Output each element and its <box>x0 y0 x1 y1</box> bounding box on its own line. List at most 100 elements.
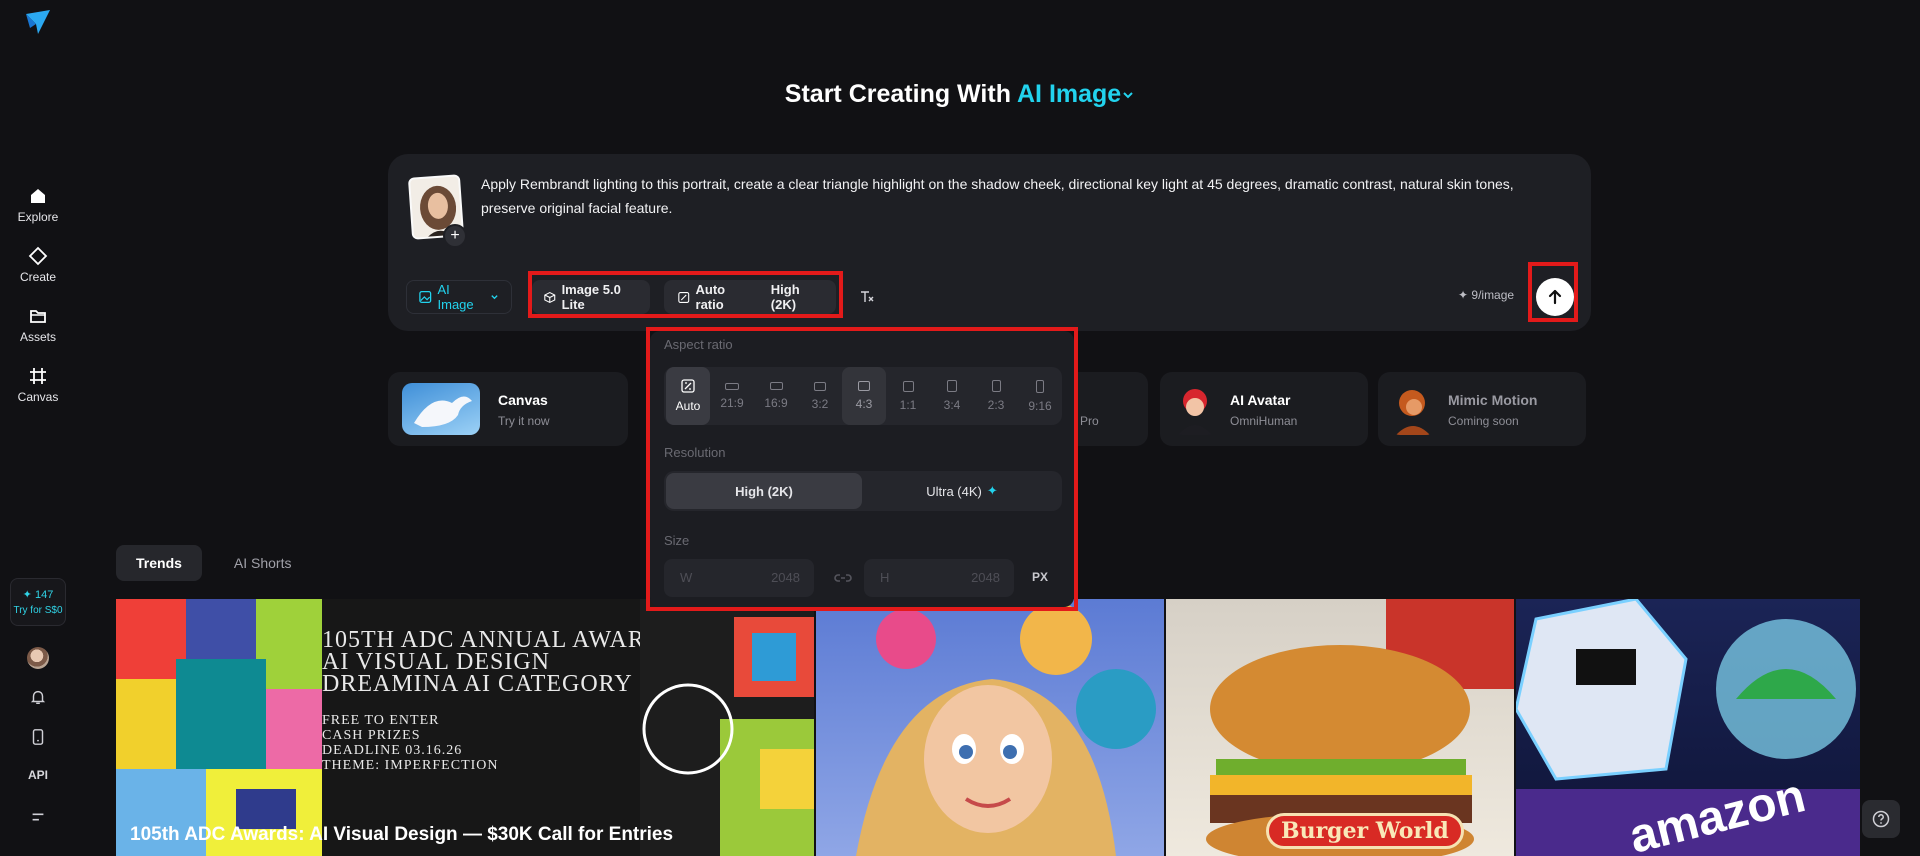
model-selector[interactable]: Image 5.0 Lite <box>532 280 650 314</box>
text-style-button[interactable] <box>852 280 882 314</box>
unit-label[interactable]: PX <box>1032 570 1048 584</box>
avatar[interactable] <box>27 647 49 669</box>
ratio-option-3-2[interactable]: 3:2 <box>798 367 842 425</box>
height-key: H <box>880 570 890 585</box>
ratio-label: Auto <box>675 399 701 413</box>
ratio-shape-icon <box>1036 379 1044 393</box>
width-input[interactable]: W 2048 <box>664 559 814 597</box>
prompt-input[interactable]: Apply Rembrandt lighting to this portrai… <box>481 172 1571 220</box>
prompt-composer: + Apply Rembrandt lighting to this portr… <box>388 154 1591 331</box>
banner-detail: DEADLINE 03.16.26 <box>322 743 463 758</box>
folder-icon <box>30 310 46 323</box>
mode-dropdown-label: AI Image <box>437 282 474 312</box>
banner-detail: FREE TO ENTER <box>322 713 440 728</box>
mode-dropdown[interactable]: AI Image <box>406 280 512 314</box>
ratio-shape-icon <box>769 382 783 390</box>
gallery-card-amazon[interactable]: amazon <box>1516 599 1860 856</box>
feature-subtitle: Coming soon <box>1448 414 1519 428</box>
burger-sign: Burger World <box>1266 813 1464 849</box>
bell-icon[interactable] <box>26 685 50 709</box>
gallery-card-burger[interactable]: Burger World <box>1166 599 1514 856</box>
mobile-icon[interactable] <box>26 725 50 749</box>
auto-ratio-icon <box>681 379 695 393</box>
nav-canvas-label: Canvas <box>17 390 59 404</box>
link-icon[interactable] <box>832 567 854 589</box>
cost-value: 9/image <box>1471 288 1515 302</box>
banner-line: AI VISUAL DESIGN <box>322 649 550 675</box>
ratio-option-16-9[interactable]: 16:9 <box>754 367 798 425</box>
text-format-icon <box>861 291 874 302</box>
height-value: 2048 <box>971 570 1000 585</box>
cost-per-image: ✦ 9/image <box>1458 288 1515 302</box>
help-button[interactable] <box>1862 800 1900 838</box>
feature-title: AI Avatar <box>1230 392 1291 408</box>
resolution-options: High (2K) Ultra (4K) ✦ <box>664 471 1062 511</box>
feature-card-canvas[interactable]: Canvas Try it now <box>388 372 628 446</box>
credits-promo: Try for S$0 <box>13 605 63 616</box>
app-logo-icon[interactable] <box>24 8 52 36</box>
ratio-shape-icon <box>858 381 870 391</box>
resolution-option-4k[interactable]: Ultra (4K) ✦ <box>864 473 1060 509</box>
ratio-label: 16:9 <box>764 396 788 410</box>
nav-assets[interactable]: Assets <box>0 306 76 344</box>
mimic-thumbnail <box>1390 383 1436 435</box>
gallery-card-adc-awards[interactable]: 105TH ADC ANNUAL AWARDS AI VISUAL DESIGN… <box>116 599 814 856</box>
credits-count-value: 147 <box>34 589 54 601</box>
ratio-resolution-panel: Aspect ratio Auto 21:9 16:9 3:2 4:3 1:1 … <box>650 331 1074 607</box>
feature-card-mimic-motion[interactable]: Mimic Motion Coming soon <box>1378 372 1586 446</box>
title-prefix: Start Creating With <box>784 80 1011 108</box>
add-reference-button[interactable]: + <box>443 224 467 248</box>
resolution-option-label: Ultra (4K) <box>926 483 982 499</box>
ratio-option-1-1[interactable]: 1:1 <box>886 367 930 425</box>
nav-canvas[interactable]: Canvas <box>0 366 76 404</box>
arrow-up-icon <box>1548 289 1562 305</box>
credits-box[interactable]: ✦ 147 Try for S$0 <box>10 578 66 626</box>
ratio-shape-icon <box>991 380 1001 392</box>
ratio-option-2-3[interactable]: 2:3 <box>974 367 1018 425</box>
ratio-option-21-9[interactable]: 21:9 <box>710 367 754 425</box>
help-icon <box>1872 810 1890 828</box>
ratio-resolution-selector[interactable]: Auto ratio High (2K) <box>664 280 836 314</box>
ratio-option-4-3[interactable]: 4:3 <box>842 367 886 425</box>
cube-icon <box>544 291 556 303</box>
nav-explore[interactable]: Explore <box>0 186 76 224</box>
ratio-label: 4:3 <box>855 397 873 411</box>
nav-create[interactable]: Create <box>0 246 76 284</box>
sparkle-icon: ✦ <box>986 483 998 498</box>
ratio-shape-icon <box>725 382 739 390</box>
mode-selector[interactable]: AI Image <box>1017 80 1135 108</box>
banner-line: DREAMINA AI CATEGORY <box>322 671 633 697</box>
mode-selector-label: AI Image <box>1017 80 1122 108</box>
tab-ai-shorts[interactable]: AI Shorts <box>214 545 312 581</box>
tab-trends[interactable]: Trends <box>116 545 202 581</box>
submit-button[interactable] <box>1536 278 1574 316</box>
aspect-ratio-icon <box>678 291 690 303</box>
ratio-label: 1:1 <box>899 397 917 412</box>
size-label: Size <box>664 533 690 548</box>
menu-icon[interactable] <box>26 805 50 829</box>
api-link[interactable]: API <box>0 768 76 782</box>
feature-subtitle: OmniHuman <box>1230 414 1298 428</box>
gallery-card-cartoon-girl[interactable] <box>816 599 1164 856</box>
feature-subtitle: 5 Pro <box>1070 414 1099 428</box>
ratio-label: 21:9 <box>720 395 744 410</box>
feature-subtitle: Try it now <box>498 414 550 428</box>
ratio-option-auto[interactable]: Auto <box>666 367 710 425</box>
cartoon-girl-art <box>856 603 1156 856</box>
resolution-option-2k[interactable]: High (2K) <box>666 473 862 509</box>
aspect-ratio-label: Aspect ratio <box>664 337 733 352</box>
avatar-thumbnail <box>1172 383 1218 435</box>
resolution-chip-label: High (2K) <box>770 282 800 312</box>
ratio-option-9-16[interactable]: 9:16 <box>1018 367 1062 425</box>
home-icon <box>31 189 45 203</box>
feature-card-ai-avatar[interactable]: AI Avatar OmniHuman <box>1160 372 1368 446</box>
page-title: Start Creating With AI Image <box>0 80 1920 109</box>
nav-explore-label: Explore <box>17 210 59 224</box>
height-input[interactable]: H 2048 <box>864 559 1014 597</box>
ratio-label: 3:2 <box>811 396 829 411</box>
banner-title: 105th ADC Awards: AI Visual Design — $30… <box>130 824 674 845</box>
ratio-option-3-4[interactable]: 3:4 <box>930 367 974 425</box>
left-rail: Explore Create Assets Canvas ✦ 147 Try f… <box>0 0 76 856</box>
pegasus-thumbnail <box>402 383 480 435</box>
banner-line: 105TH ADC ANNUAL AWARDS <box>322 627 678 653</box>
